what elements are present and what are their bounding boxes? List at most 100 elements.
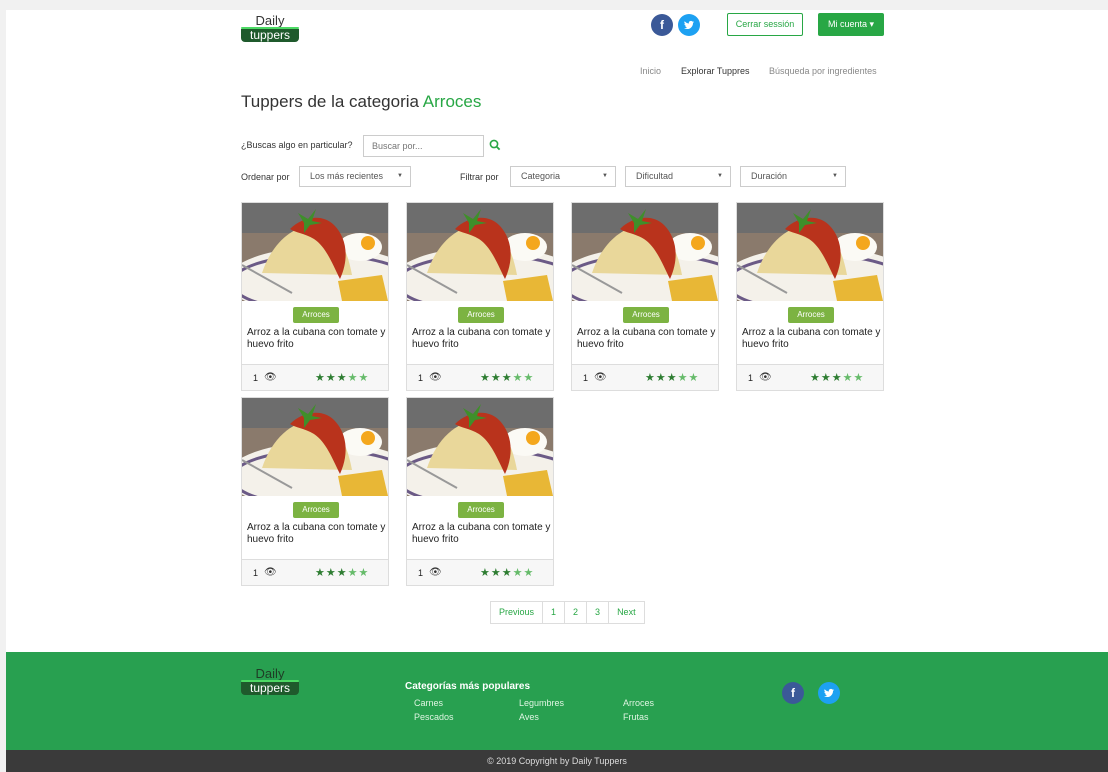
star-icon: ★ (666, 372, 678, 384)
star-icon: ★ (501, 372, 513, 384)
rating-stars: ★★★★★ (810, 371, 864, 384)
view-count: 1 (418, 373, 424, 383)
pagination-next[interactable]: Next (609, 602, 644, 623)
filter-duracion-value: Duración (751, 171, 788, 181)
page: Daily tuppers f Cerrar sessión Mi cuenta… (6, 10, 1108, 772)
logo-top-text: Daily (255, 13, 285, 28)
footer-category-link[interactable]: Frutas (623, 712, 649, 722)
recipe-image[interactable] (572, 203, 718, 301)
eye-icon: 👁 (429, 567, 442, 578)
recipe-image[interactable] (242, 398, 388, 496)
pagination-page-1[interactable]: 1 (543, 602, 566, 623)
pagination-previous[interactable]: Previous (491, 602, 544, 623)
recipe-title[interactable]: Arroz a la cubana con tomate y huevo fri… (742, 327, 882, 351)
star-icon: ★ (810, 372, 821, 384)
recipe-image[interactable] (407, 203, 553, 301)
filter-categoria-value: Categoria (521, 171, 561, 181)
star-icon: ★ (842, 372, 854, 384)
nav-explorar[interactable]: Explorar Tuppres (681, 66, 750, 76)
recipe-card[interactable]: Arroces Arroz a la cubana con tomate y hu… (406, 397, 554, 586)
logo[interactable]: Daily tuppers (241, 14, 299, 42)
star-icon: ★ (358, 567, 370, 579)
recipe-card[interactable]: Arroces Arroz a la cubana con tomate y hu… (736, 202, 884, 391)
star-icon: ★ (501, 567, 513, 579)
filter-categoria-select[interactable]: Categoria ▼ (510, 166, 616, 187)
search-label: ¿Buscas algo en particular? (241, 140, 353, 150)
pagination-page-2[interactable]: 2 (565, 602, 588, 623)
star-icon: ★ (358, 372, 370, 384)
recipe-card[interactable]: Arroces Arroz a la cubana con tomate y hu… (406, 202, 554, 391)
eye-icon: 👁 (759, 372, 772, 383)
eye-icon: 👁 (264, 567, 277, 578)
star-icon: ★ (820, 372, 832, 384)
footer-category-link[interactable]: Arroces (623, 698, 654, 708)
recipe-card-footer: 1 👁 ★★★★★ (572, 364, 718, 390)
footer-logo-top-text: Daily (255, 666, 285, 681)
recipe-card[interactable]: Arroces Arroz a la cubana con tomate y hu… (241, 202, 389, 391)
star-icon: ★ (336, 567, 348, 579)
view-count: 1 (583, 373, 589, 383)
account-dropdown-button[interactable]: Mi cuenta ▾ (818, 13, 884, 36)
filter-dificultad-select[interactable]: Dificultad ▼ (625, 166, 731, 187)
footer-category-link[interactable]: Legumbres (519, 698, 564, 708)
page-title-prefix: Tuppers de la categoria (241, 92, 419, 111)
recipe-image[interactable] (407, 398, 553, 496)
page-title-category: Arroces (422, 92, 482, 111)
star-icon: ★ (480, 372, 491, 384)
footer-category-link[interactable]: Pescados (414, 712, 454, 722)
recipe-title[interactable]: Arroz a la cubana con tomate y huevo fri… (412, 327, 552, 351)
star-icon: ★ (523, 372, 535, 384)
recipe-title[interactable]: Arroz a la cubana con tomate y huevo fri… (247, 522, 387, 546)
facebook-icon[interactable]: f (651, 14, 673, 36)
view-count: 1 (418, 568, 424, 578)
recipe-image[interactable] (242, 203, 388, 301)
footer-category-link[interactable]: Aves (519, 712, 539, 722)
pagination-page-3[interactable]: 3 (587, 602, 610, 623)
category-badge: Arroces (458, 502, 504, 518)
star-icon: ★ (325, 372, 337, 384)
rating-stars: ★★★★★ (480, 566, 534, 579)
star-icon: ★ (480, 567, 491, 579)
recipe-title[interactable]: Arroz a la cubana con tomate y huevo fri… (247, 327, 387, 351)
sort-select-value: Los más recientes (310, 171, 384, 181)
recipe-card[interactable]: Arroces Arroz a la cubana con tomate y hu… (571, 202, 719, 391)
star-icon: ★ (512, 567, 524, 579)
search-icon[interactable] (488, 136, 502, 154)
recipe-card-footer: 1 👁 ★★★★★ (242, 364, 388, 390)
star-icon: ★ (347, 372, 359, 384)
recipe-card[interactable]: Arroces Arroz a la cubana con tomate y hu… (241, 397, 389, 586)
category-badge: Arroces (623, 307, 669, 323)
caret-down-icon: ▼ (397, 173, 403, 179)
caret-down-icon: ▼ (832, 173, 838, 179)
recipe-card-footer: 1 👁 ★★★★★ (407, 364, 553, 390)
filter-duracion-select[interactable]: Duración ▼ (740, 166, 846, 187)
recipe-image[interactable] (737, 203, 883, 301)
star-icon: ★ (853, 372, 865, 384)
footer-logo[interactable]: Daily tuppers (241, 667, 299, 695)
footer-category-link[interactable]: Carnes (414, 698, 443, 708)
star-icon: ★ (347, 567, 359, 579)
star-icon: ★ (655, 372, 667, 384)
caret-down-icon: ▼ (717, 173, 723, 179)
logout-button[interactable]: Cerrar sessión (727, 13, 803, 36)
twitter-icon[interactable] (818, 682, 840, 704)
recipe-title[interactable]: Arroz a la cubana con tomate y huevo fri… (577, 327, 717, 351)
logo-bottom-text: tuppers (241, 29, 299, 42)
sort-select[interactable]: Los más recientes ▼ (299, 166, 411, 187)
facebook-icon[interactable]: f (782, 682, 804, 704)
twitter-icon[interactable] (678, 14, 700, 36)
view-count: 1 (253, 373, 259, 383)
nav-inicio[interactable]: Inicio (640, 66, 661, 76)
recipe-title[interactable]: Arroz a la cubana con tomate y huevo fri… (412, 522, 552, 546)
star-icon: ★ (325, 567, 337, 579)
rating-stars: ★★★★★ (645, 371, 699, 384)
star-icon: ★ (688, 372, 700, 384)
star-icon: ★ (315, 567, 326, 579)
nav-busqueda[interactable]: Búsqueda por ingredientes (769, 66, 877, 76)
copyright: © 2019 Copyright by Daily Tuppers (6, 750, 1108, 772)
star-icon: ★ (677, 372, 689, 384)
sort-label: Ordenar por (241, 172, 290, 182)
footer-categories-heading: Categorías más populares (405, 681, 531, 692)
search-input[interactable] (363, 135, 484, 157)
category-badge: Arroces (293, 307, 339, 323)
